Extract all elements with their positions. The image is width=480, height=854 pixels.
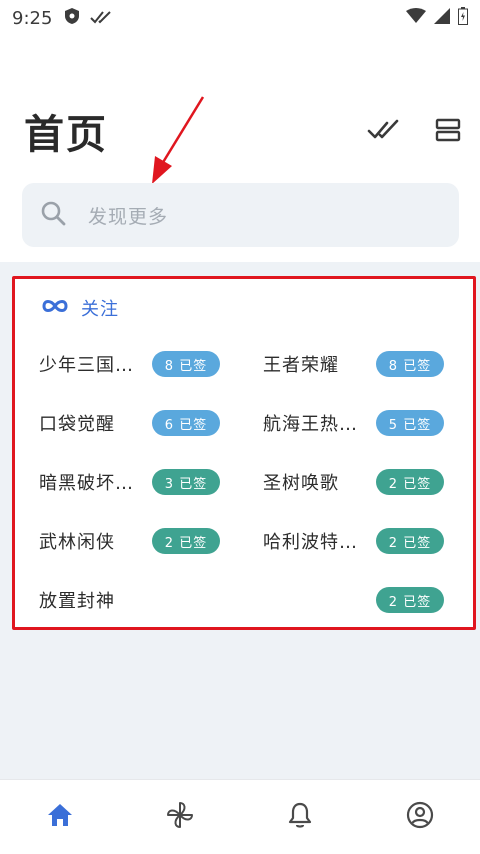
game-item[interactable]: 圣树唤歌 <box>263 468 339 496</box>
sign-badge[interactable]: 2 已签 <box>376 469 444 495</box>
header: 首页 <box>0 90 480 170</box>
sign-badge[interactable]: 6 已签 <box>152 410 220 436</box>
pinwheel-icon <box>165 800 195 834</box>
wifi-icon <box>406 8 426 28</box>
profile-icon <box>406 801 434 833</box>
layout-toggle-button[interactable] <box>428 112 468 152</box>
game-name: 暗黑破坏… <box>39 473 134 494</box>
home-icon <box>46 802 74 832</box>
main-area: 关注 少年三国… 8 已签 王者荣耀 8 已签 口袋觉醒 6 已签 航海王热… … <box>0 262 480 779</box>
game-name: 哈利波特… <box>263 532 358 553</box>
double-check-icon <box>367 119 401 145</box>
status-bar: 9:25 <box>0 0 480 36</box>
search-placeholder: 发现更多 <box>88 205 169 228</box>
sign-badge[interactable]: 8 已签 <box>152 351 220 377</box>
status-notification-icons <box>64 7 112 29</box>
game-item[interactable]: 放置封神 <box>39 586 115 614</box>
search-icon <box>40 200 66 230</box>
sign-badge[interactable]: 3 已签 <box>152 469 220 495</box>
nav-home[interactable] <box>0 780 120 854</box>
sign-badge[interactable]: 8 已签 <box>376 351 444 377</box>
follow-title: 关注 <box>81 299 119 320</box>
search-input[interactable]: 发现更多 <box>22 183 459 247</box>
double-check-icon <box>90 9 112 28</box>
sign-badge[interactable]: 5 已签 <box>376 410 444 436</box>
follow-header[interactable]: 关注 <box>41 295 119 321</box>
game-item[interactable]: 口袋觉醒 <box>39 409 115 437</box>
game-name: 武林闲侠 <box>39 532 115 553</box>
battery-icon <box>458 7 468 29</box>
status-system-icons <box>406 7 468 29</box>
status-time: 9:25 <box>12 7 53 29</box>
game-name: 放置封神 <box>39 591 115 612</box>
signal-icon <box>434 8 450 28</box>
game-item[interactable]: 哈利波特… <box>263 527 358 555</box>
sign-badge[interactable]: 2 已签 <box>376 587 444 613</box>
sign-badge[interactable]: 2 已签 <box>376 528 444 554</box>
game-item[interactable]: 航海王热… <box>263 409 358 437</box>
game-item[interactable]: 王者荣耀 <box>263 350 339 378</box>
nav-notifications[interactable] <box>240 780 360 854</box>
game-item[interactable]: 少年三国… <box>39 350 134 378</box>
nav-profile[interactable] <box>360 780 480 854</box>
page-title: 首页 <box>24 112 108 158</box>
bottom-nav <box>0 779 480 854</box>
game-item[interactable]: 暗黑破坏… <box>39 468 134 496</box>
bell-icon <box>287 801 313 833</box>
infinity-icon <box>41 298 69 318</box>
game-name: 口袋觉醒 <box>39 414 115 435</box>
shield-icon <box>64 7 80 29</box>
layout-rows-icon <box>435 118 461 146</box>
sign-badge[interactable]: 2 已签 <box>152 528 220 554</box>
game-name: 圣树唤歌 <box>263 473 339 494</box>
game-name: 王者荣耀 <box>263 355 339 376</box>
game-name: 少年三国… <box>39 355 134 376</box>
follow-card: 关注 少年三国… 8 已签 王者荣耀 8 已签 口袋觉醒 6 已签 航海王热… … <box>12 276 476 630</box>
annotation-arrow <box>140 92 210 191</box>
game-item[interactable]: 武林闲侠 <box>39 527 115 555</box>
mark-all-read-button[interactable] <box>364 112 404 152</box>
nav-discover[interactable] <box>120 780 240 854</box>
game-name: 航海王热… <box>263 414 358 435</box>
